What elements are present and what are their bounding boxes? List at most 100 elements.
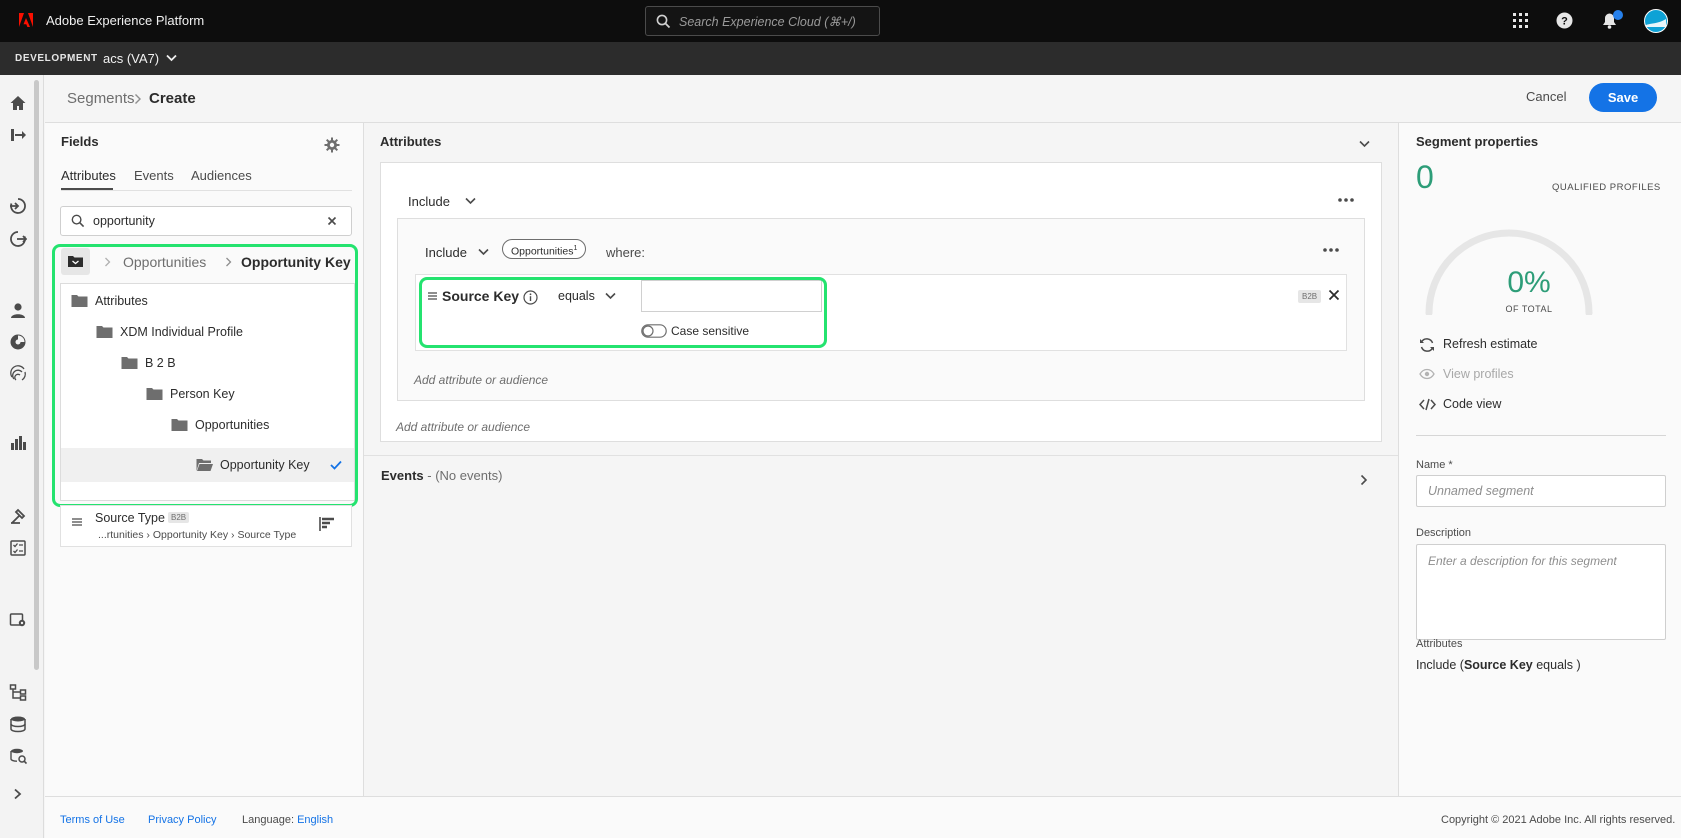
section-divider [1416, 435, 1666, 436]
chevron-down-icon[interactable] [166, 54, 177, 62]
top-bar: Adobe Experience Platform Search Experie… [0, 0, 1681, 42]
search-icon [656, 14, 671, 29]
where-label: where: [606, 245, 646, 260]
search-icon [71, 214, 85, 228]
avatar[interactable] [1644, 9, 1668, 33]
save-button[interactable]: Save [1589, 83, 1657, 112]
data-governance-icon[interactable] [9, 507, 27, 525]
field-result-path: ...rtunities › Opportunity Key › Source … [98, 529, 297, 541]
qualified-profiles-count: 0 [1416, 159, 1434, 195]
schemas-icon[interactable] [9, 683, 27, 701]
gear-icon[interactable] [324, 137, 340, 153]
chevron-right-icon[interactable] [1360, 474, 1368, 486]
remove-rule-close-icon[interactable] [1328, 289, 1340, 301]
environment-label: DEVELOPMENT [15, 53, 98, 64]
tab-divider [61, 190, 352, 191]
notifications-bell-icon[interactable] [1600, 10, 1624, 30]
distribution-chart-icon[interactable] [319, 516, 335, 532]
drag-handle-icon[interactable] [72, 518, 82, 526]
queries-icon[interactable] [9, 747, 27, 765]
search-placeholder: Search Experience Cloud (⌘+/) [679, 15, 856, 29]
inner-include-dropdown[interactable]: Include [425, 245, 467, 260]
chevron-down-icon[interactable] [465, 197, 476, 205]
field-search-value[interactable]: opportunity [93, 214, 155, 228]
add-attribute-or-audience-link[interactable]: Add attribute or audience [414, 373, 548, 387]
help-icon[interactable]: ? [1556, 12, 1573, 29]
dashboards-icon[interactable] [9, 434, 27, 452]
segment-properties-panel: Segment properties 0 QUALIFIED PROFILES … [1398, 122, 1681, 796]
name-placeholder: Unnamed segment [1428, 484, 1534, 498]
tab-events[interactable]: Events [134, 168, 174, 183]
description-placeholder: Enter a description for this segment [1428, 554, 1617, 568]
refresh-estimate-label: Refresh estimate [1443, 337, 1538, 351]
footer: Terms of Use Privacy Policy Language: En… [45, 796, 1681, 838]
app-title[interactable]: Adobe Experience Platform [46, 13, 204, 28]
cancel-button[interactable]: Cancel [1526, 89, 1566, 104]
summary-prefix: Include ( [1416, 658, 1464, 672]
segment-name-input[interactable]: Unnamed segment [1416, 475, 1666, 507]
language-link[interactable]: English [297, 814, 333, 826]
eye-icon [1419, 368, 1435, 380]
code-view-label: Code view [1443, 397, 1502, 411]
checklist-icon[interactable] [9, 539, 27, 557]
chip-label: Opportunities [511, 245, 574, 258]
attributes-summary: Include (Source Key equals ) [1416, 658, 1581, 672]
section-divider [364, 455, 1398, 456]
identities-fingerprint-icon[interactable] [9, 364, 27, 382]
segments-icon[interactable] [9, 333, 27, 351]
add-attribute-or-audience-link[interactable]: Add attribute or audience [396, 420, 530, 434]
tab-attributes[interactable]: Attributes [61, 168, 116, 183]
apps-grid-icon[interactable] [1512, 12, 1529, 29]
fields-title: Fields [61, 134, 99, 149]
language-selector: Language: English [242, 814, 333, 826]
opportunities-chip[interactable]: Opportunities1 [502, 239, 587, 259]
code-icon [1419, 398, 1436, 411]
copyright-text: Copyright © 2021 Adobe Inc. All rights r… [1441, 814, 1676, 826]
segment-properties-title: Segment properties [1416, 134, 1539, 149]
clear-search-icon[interactable] [327, 216, 337, 226]
field-search-input[interactable]: opportunity [60, 206, 352, 236]
include-dropdown[interactable]: Include [408, 194, 450, 209]
tab-audiences[interactable]: Audiences [191, 168, 252, 183]
chevron-down-icon[interactable] [478, 248, 489, 256]
sources-icon[interactable] [9, 197, 27, 215]
profiles-icon[interactable] [9, 301, 27, 319]
more-options-icon[interactable] [1323, 248, 1339, 252]
workflows-icon[interactable] [9, 126, 27, 144]
chevron-down-icon[interactable] [1359, 140, 1370, 148]
more-options-icon[interactable] [1338, 198, 1354, 202]
language-label: Language: [242, 814, 294, 826]
sandbox-bar: DEVELOPMENT acs (VA7) [0, 42, 1681, 75]
destinations-icon[interactable] [9, 230, 27, 248]
opportunities-container-card: Include Opportunities1 where: Source Key… [397, 218, 1365, 401]
b2b-badge: B2B [168, 512, 190, 523]
expand-rail-icon[interactable] [13, 788, 23, 800]
events-title: Events [381, 468, 424, 483]
of-total-label: OF TOTAL [1505, 304, 1553, 314]
description-field-label: Description [1416, 527, 1472, 539]
segment-description-textarea[interactable]: Enter a description for this segment [1416, 544, 1666, 640]
rail-scrollbar[interactable] [34, 80, 39, 670]
terms-of-use-link[interactable]: Terms of Use [60, 814, 125, 826]
privacy-policy-link[interactable]: Privacy Policy [148, 814, 216, 826]
breadcrumb-segments[interactable]: Segments [67, 90, 135, 107]
left-navigation-rail [0, 75, 44, 838]
summary-field: Source Key [1463, 658, 1533, 672]
datasets-icon[interactable] [9, 715, 27, 733]
sandbox-switcher[interactable]: acs (VA7) [103, 51, 159, 66]
home-icon[interactable] [9, 94, 27, 112]
b2b-badge: B2B [1298, 290, 1322, 303]
field-result-source-type[interactable]: Source Type B2B ...rtunities › Opportuni… [60, 505, 352, 547]
global-search-input[interactable]: Search Experience Cloud (⌘+/) [645, 6, 880, 36]
settings-window-icon[interactable] [9, 611, 27, 629]
name-field-label: Name * [1416, 459, 1453, 471]
summary-suffix: equals ) [1532, 658, 1581, 672]
rule-row-source-key: Source Key equals Case sensitive B2B [415, 274, 1347, 351]
estimate-percent: 0% [1507, 266, 1551, 299]
breadcrumb-chevron-icon [134, 93, 142, 105]
svg-text:?: ? [1561, 16, 1568, 28]
adobe-logo-icon[interactable] [18, 12, 34, 28]
events-section-header[interactable]: Events - (No events) [381, 468, 502, 483]
fields-panel: Fields Attributes Events Audiences oppor… [45, 122, 364, 796]
qualified-profiles-label: QUALIFIED PROFILES [1552, 182, 1661, 193]
